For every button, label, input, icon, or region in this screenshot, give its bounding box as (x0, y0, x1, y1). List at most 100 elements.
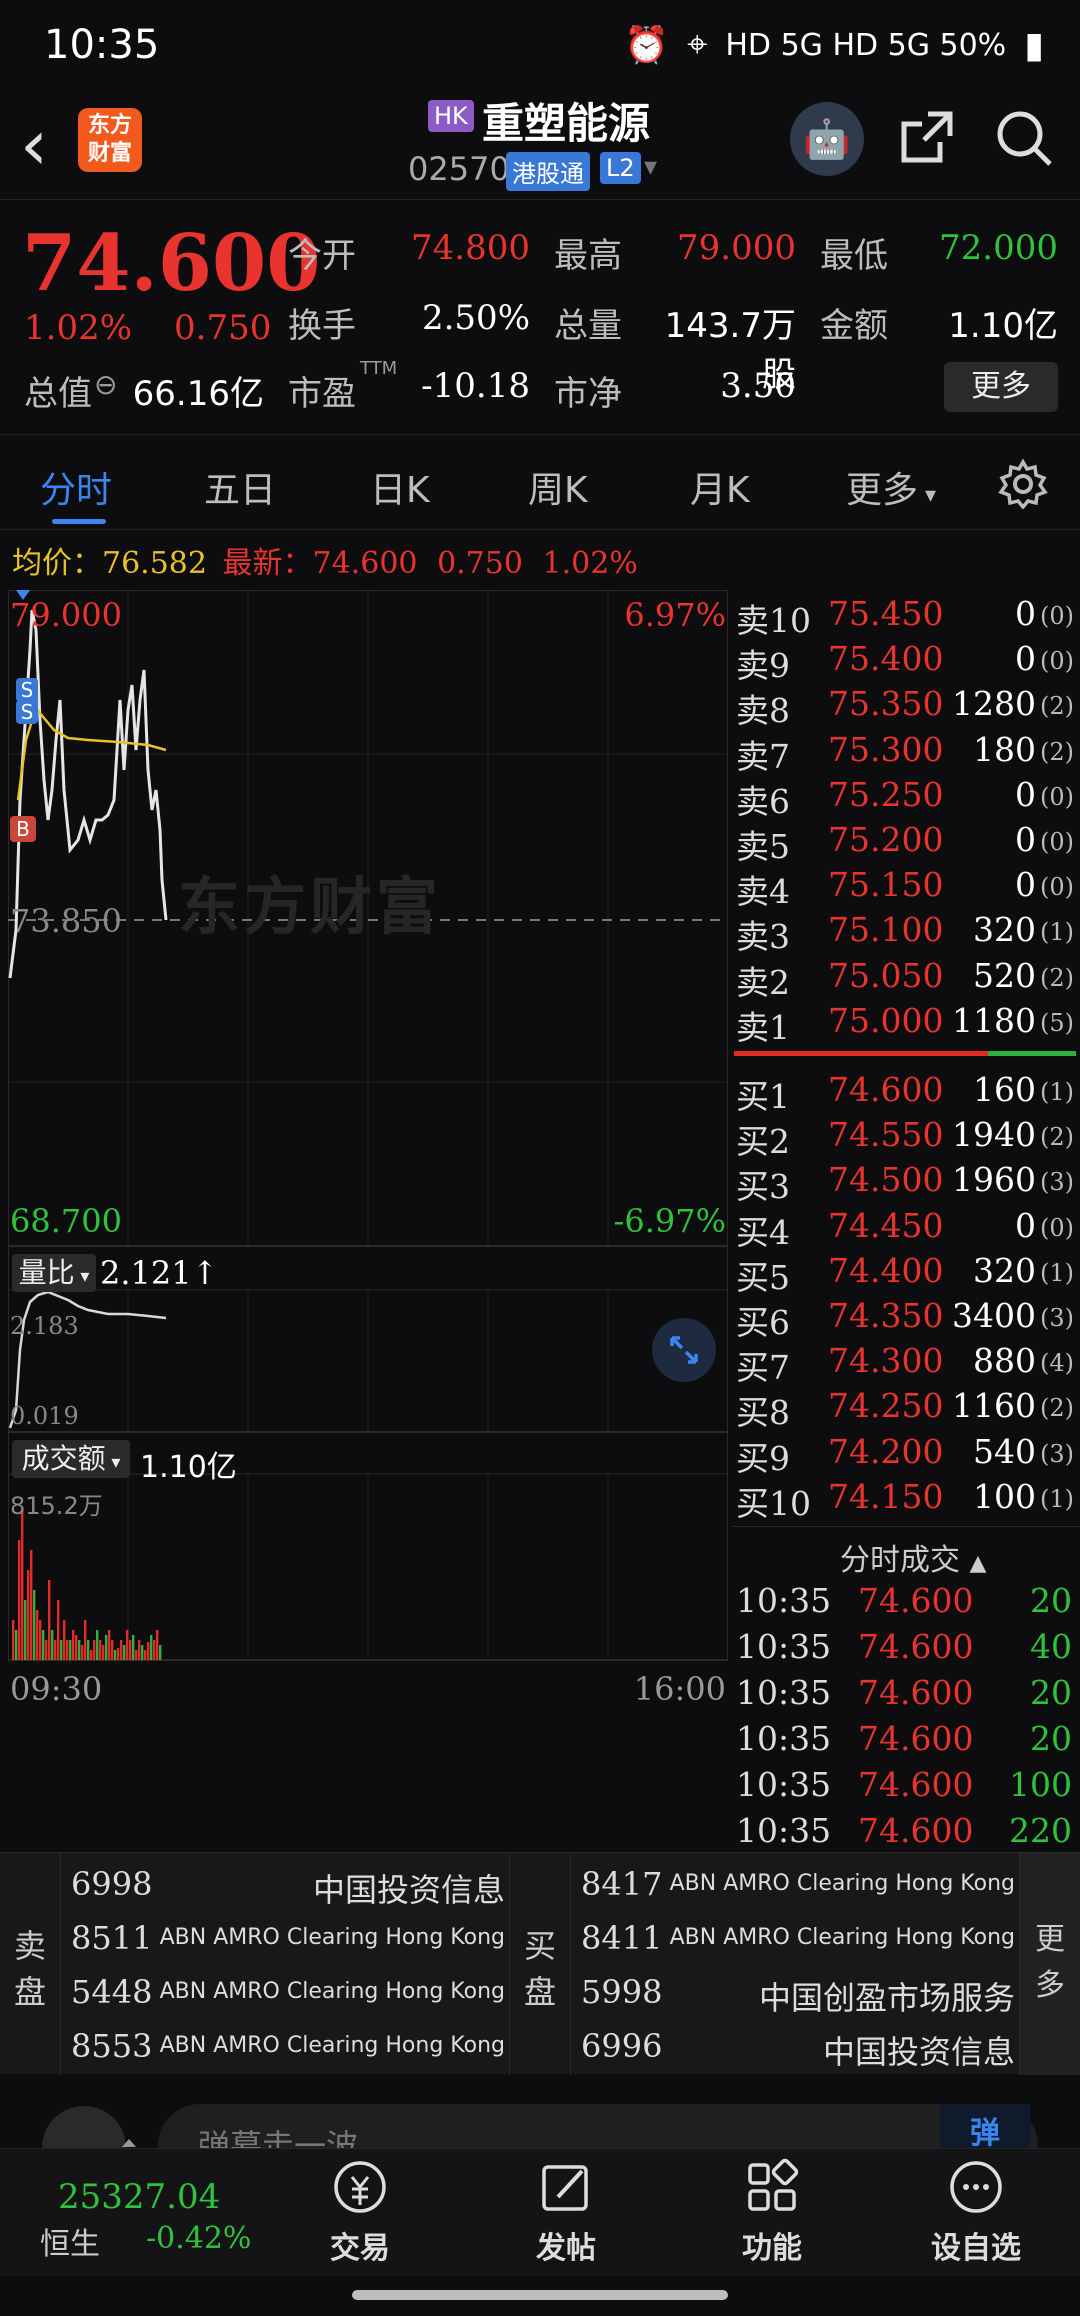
ggt-badge: 港股通 (506, 152, 590, 191)
amount-selector[interactable]: 成交额 ▾ (12, 1440, 130, 1478)
nav-post[interactable]: 发帖 (506, 2157, 626, 2267)
amount-bar (93, 1640, 96, 1660)
ask-row[interactable]: 卖7 75.300 180 (2) (732, 730, 1080, 776)
bid-row[interactable]: 买10 74.150 100 (1) (732, 1476, 1080, 1523)
l2-dropdown-icon[interactable]: ▾ (644, 152, 657, 182)
turnover-label: 换手 (288, 306, 356, 346)
bid-level-label: 买4 (736, 1212, 790, 1252)
broker-name: 中国投资信息 (312, 1871, 505, 1909)
back-button[interactable]: ‹ (20, 110, 48, 180)
bid-row[interactable]: 买5 74.400 320 (1) (732, 1251, 1080, 1297)
tab-daily-k[interactable]: 日K (370, 461, 430, 513)
pe-ttm-sup: TTM (360, 358, 398, 379)
vol-ratio-value: 2.121↑ (100, 1254, 219, 1292)
amount-bar (33, 1590, 36, 1660)
ask-price: 75.450 (828, 594, 944, 633)
ask-level-label: 卖5 (736, 827, 790, 866)
bid-row[interactable]: 买9 74.200 540 (3) (732, 1432, 1080, 1478)
broker-row[interactable]: 8411 ABN AMRO Clearing Hong Kong (571, 1913, 1021, 1963)
ask-row[interactable]: 卖2 75.050 520 (2) (732, 956, 1080, 1002)
bid-order-count: (3) (1040, 1439, 1074, 1468)
ask-order-count: (1) (1040, 918, 1074, 947)
trade-price: 74.600 (858, 1673, 974, 1712)
robot-assistant-icon[interactable]: 🤖 (790, 102, 864, 176)
nav-add-watchlist[interactable]: 设自选 (916, 2157, 1036, 2267)
tab-monthly-k[interactable]: 月K (690, 461, 750, 513)
nav-trade[interactable]: 交易 (300, 2157, 420, 2267)
amount-bar (114, 1650, 117, 1660)
buy-marker[interactable]: B (10, 816, 36, 842)
broker-name: 中国创盈市场服务 (758, 1979, 1015, 2017)
search-icon[interactable] (994, 108, 1054, 168)
ask-row[interactable]: 卖9 75.400 0 (0) (732, 639, 1080, 685)
broker-row[interactable]: 8417 ABN AMRO Clearing Hong Kong (571, 1859, 1021, 1909)
ask-row[interactable]: 卖4 75.150 0 (0) (732, 865, 1080, 911)
danmu-toggle-icon[interactable]: 弹 (940, 2104, 1030, 2150)
amount-bar (150, 1635, 153, 1660)
expand-chart-button[interactable] (652, 1318, 716, 1382)
tab-weekly-k[interactable]: 周K (528, 461, 588, 513)
tab-intraday[interactable]: 分时 (40, 461, 112, 513)
amount-bar (39, 1620, 42, 1660)
gear-icon[interactable] (998, 459, 1048, 509)
broker-row[interactable]: 6996 中国投资信息 (571, 2021, 1021, 2071)
app-logo[interactable]: 东方 财富 (78, 108, 142, 172)
ask-order-count: (0) (1040, 828, 1074, 856)
bid-row[interactable]: 买6 74.350 3400 (3) (732, 1296, 1080, 1342)
bid-price: 74.250 (828, 1386, 944, 1426)
ask-price: 75.150 (828, 865, 944, 905)
bid-row[interactable]: 买7 74.300 880 (4) (732, 1341, 1080, 1387)
index-widget[interactable]: 25327.04 恒生 -0.42% (30, 2169, 260, 2269)
ask-row[interactable]: 卖5 75.200 0 (0) (732, 820, 1080, 866)
chart-watermark: 东方财富 (178, 870, 443, 943)
ask-row[interactable]: 卖6 75.250 0 (0) (732, 775, 1080, 821)
vol-ratio-label: 量比 (18, 1256, 75, 1289)
broker-row[interactable]: 6998 中国投资信息 (61, 1859, 511, 1909)
latest-label: 最新： (222, 546, 313, 581)
broker-more-button[interactable]: 更 多 (1020, 1853, 1080, 2075)
broker-code: 6996 (581, 2027, 663, 2065)
intraday-chart[interactable]: 79.000 6.97% 73.850 东方财富 68.700 -6.97% S… (8, 590, 728, 1860)
vol-ratio-selector[interactable]: 量比 ▾ (12, 1254, 96, 1292)
bid-row[interactable]: 买2 74.550 1940 (2) (732, 1115, 1080, 1161)
broker-row[interactable]: 8511 ABN AMRO Clearing Hong Kong (61, 1913, 511, 1963)
bid-volume: 100 (973, 1476, 1036, 1516)
info-icon[interactable]: ⊖ (94, 368, 117, 401)
comment-icon[interactable] (42, 2106, 126, 2150)
ask-row[interactable]: 卖10 75.450 0 (0) (732, 594, 1080, 640)
more-dots-icon (950, 2161, 1002, 2213)
broker-row[interactable]: 5448 ABN AMRO Clearing Hong Kong (61, 1967, 511, 2017)
tab-five-day[interactable]: 五日 (204, 461, 276, 513)
bid-row[interactable]: 买4 74.450 0 (0) (732, 1206, 1080, 1252)
nav-functions[interactable]: 功能 (712, 2157, 832, 2267)
sell-marker-1[interactable]: S (16, 678, 38, 702)
chart-tabs: 分时 五日 日K 周K 月K 更多 ▾ (0, 434, 1080, 530)
avg-label: 均价： (12, 546, 102, 581)
quote-more-button[interactable]: 更多 (944, 362, 1058, 412)
ask-volume: 0 (1015, 594, 1036, 633)
share-icon[interactable] (898, 108, 956, 166)
sell-marker-2[interactable]: S (16, 700, 38, 724)
danmu-input[interactable]: 弹幕走一波 (158, 2104, 1038, 2150)
broker-row[interactable]: 8553 ABN AMRO Clearing Hong Kong (61, 2021, 511, 2071)
ask-order-count: (2) (1040, 692, 1074, 721)
trades-header[interactable]: 分时成交 ▲ (840, 1535, 986, 1579)
trades-panel[interactable]: 分时成交 ▲ 10:35 74.600 20 10:35 74.600 40 10:35 74… (732, 1526, 1080, 1850)
ask-row[interactable]: 卖1 75.000 1180 (5) (732, 1001, 1080, 1047)
bid-row[interactable]: 买3 74.500 1960 (3) (732, 1160, 1080, 1206)
ask-row[interactable]: 卖8 75.350 1280 (2) (732, 684, 1080, 730)
bid-row[interactable]: 买8 74.250 1160 (2) (732, 1386, 1080, 1432)
volume-label: 总量 (554, 306, 622, 346)
amount-label: 金额 (820, 306, 888, 346)
time-end-label: 16:00 (633, 1670, 726, 1708)
l2-badge[interactable]: L2 (600, 152, 641, 184)
latest-change: 0.750 (437, 546, 523, 581)
bid-level-label: 买9 (736, 1438, 790, 1478)
avg-price-line: 均价：76.582 最新：74.600 0.750 1.02% (12, 538, 638, 582)
ask-level-label: 卖6 (736, 781, 790, 821)
bid-row[interactable]: 买1 74.600 160 (1) (732, 1070, 1080, 1116)
tab-more[interactable]: 更多 ▾ (846, 461, 936, 513)
ask-row[interactable]: 卖3 75.100 320 (1) (732, 910, 1080, 956)
broker-row[interactable]: 5998 中国创盈市场服务 (571, 1967, 1021, 2017)
bid-level-label: 买10 (736, 1483, 811, 1523)
